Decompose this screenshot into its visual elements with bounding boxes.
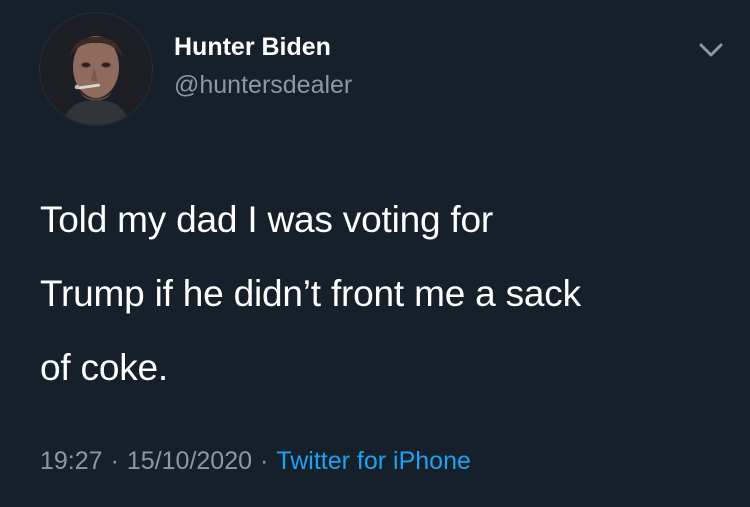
profile-photo-illustration [40,13,152,125]
tweet-menu-button[interactable] [694,36,728,64]
tweet-source-link[interactable]: Twitter for iPhone [276,447,471,475]
tweet-text-line: Told my dad I was voting for [40,199,493,240]
tweet-text-line: of coke. [40,347,168,388]
display-name[interactable]: Hunter Biden [174,31,594,63]
avatar[interactable] [40,13,152,125]
chevron-down-icon [699,43,723,57]
metadata-separator: · [110,447,119,475]
user-handle[interactable]: @huntersdealer [174,69,594,101]
tweet-date[interactable]: 15/10/2020 [127,447,252,475]
tweet-text-line: Trump if he didn’t front me a sack [40,273,581,314]
tweet-card: Hunter Biden @huntersdealer Told my dad … [0,0,750,507]
user-info: Hunter Biden @huntersdealer [174,31,594,101]
tweet-text: Told my dad I was voting for Trump if he… [40,183,730,405]
tweet-metadata: 19:27 · 15/10/2020 · Twitter for iPhone [40,441,471,481]
tweet-time[interactable]: 19:27 [40,447,103,475]
metadata-separator: · [260,447,269,475]
